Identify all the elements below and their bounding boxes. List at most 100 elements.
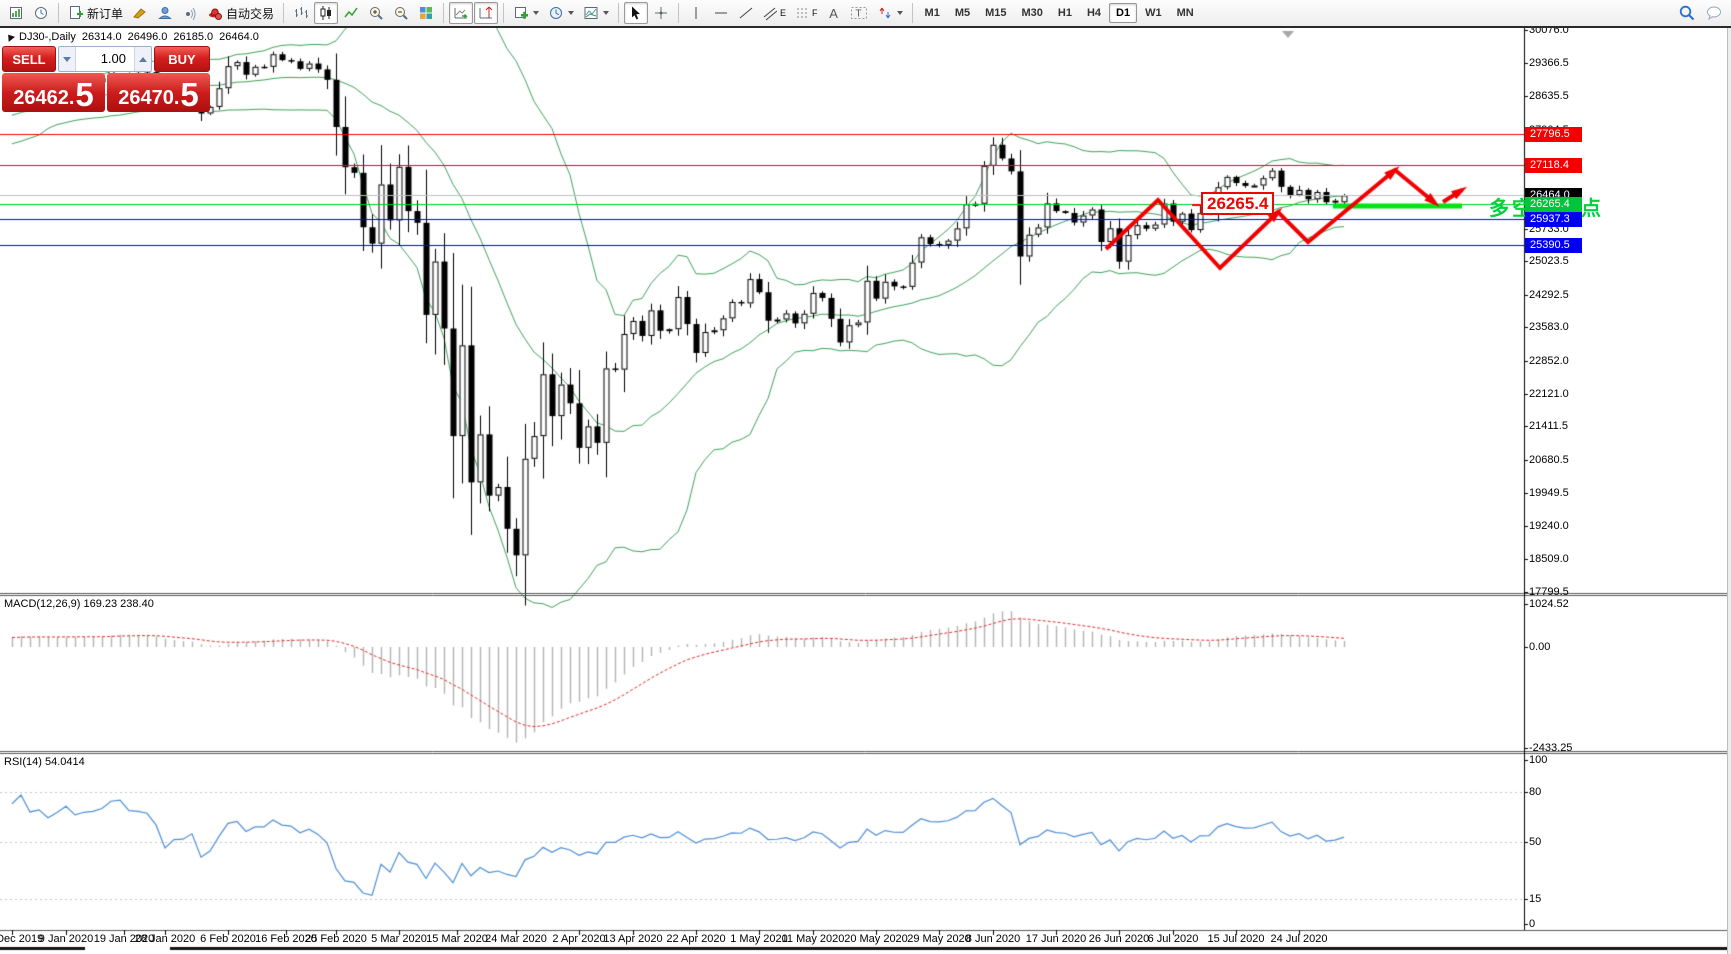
- price-axis-tick: 23583.0: [1529, 321, 1569, 333]
- price-annotation-box[interactable]: 26265.4: [1201, 192, 1274, 215]
- date-axis-label: 28 Jan 2020: [135, 933, 196, 945]
- price-axis-tick: 30076.0: [1529, 28, 1569, 36]
- chevron-down-icon: [603, 11, 609, 15]
- channel-icon[interactable]: E: [759, 2, 790, 24]
- ohlc-high: 26496.0: [128, 31, 168, 43]
- date-axis-label: 24 Mar 2020: [485, 933, 547, 945]
- chevron-down-icon: [533, 11, 539, 15]
- tile-windows-icon[interactable]: [414, 2, 438, 24]
- timeframe-MN[interactable]: MN: [1170, 3, 1201, 23]
- macd-axis-tick: -2433.25: [1529, 742, 1572, 754]
- period-button[interactable]: [544, 2, 578, 24]
- horizontal-line-icon[interactable]: [709, 2, 733, 24]
- timeframe-W1[interactable]: W1: [1138, 3, 1169, 23]
- zoom-in-icon[interactable]: [364, 2, 388, 24]
- price-axis-tick: 21411.5: [1529, 420, 1568, 432]
- ohlc-open: 26314.0: [82, 31, 122, 43]
- symbol-period-label: DJ30-,Daily: [19, 31, 76, 43]
- add-indicator-icon: [513, 5, 529, 21]
- vertical-line-icon[interactable]: [684, 2, 708, 24]
- crosshair-icon[interactable]: [649, 2, 673, 24]
- price-axis-tick: 29366.5: [1529, 57, 1569, 69]
- price-axis-tick: 17799.5: [1529, 586, 1569, 598]
- volume-stepper[interactable]: 1.00: [58, 46, 152, 72]
- one-click-trading-panel: SELL 1.00 BUY 26462.5 26470.5: [2, 46, 210, 112]
- price-axis-tick: 19240.0: [1529, 520, 1569, 532]
- broadcast-icon[interactable]: [178, 2, 202, 24]
- new-chart-icon[interactable]: [4, 2, 28, 24]
- template-button[interactable]: [579, 2, 613, 24]
- date-axis-label: 24 Jul 2020: [1271, 933, 1328, 945]
- candlestick-chart-icon[interactable]: [314, 2, 338, 24]
- highlighter-icon[interactable]: [128, 2, 152, 24]
- date-axis-label: 1 May 2020: [730, 933, 787, 945]
- sell-price-dec: 5: [75, 79, 93, 110]
- profile-icon[interactable]: [153, 2, 177, 24]
- price-axis-tick: 25023.5: [1529, 255, 1569, 267]
- arrows-icon: [877, 5, 893, 21]
- text-icon[interactable]: A: [823, 2, 845, 24]
- label-icon[interactable]: T: [846, 2, 872, 24]
- date-axis-label: 5 Mar 2020: [371, 933, 427, 945]
- search-icon[interactable]: [1674, 2, 1700, 24]
- clock-icon: [548, 5, 564, 21]
- price-tag: 25937.3: [1525, 212, 1582, 227]
- zoom-out-icon[interactable]: [389, 2, 413, 24]
- volume-down-button[interactable]: [59, 47, 76, 71]
- toolbar-separator: [58, 3, 59, 23]
- price-chart-canvas[interactable]: [0, 28, 1731, 954]
- auto-scroll-icon[interactable]: [449, 2, 473, 24]
- market-watch-icon[interactable]: [29, 2, 53, 24]
- timeframe-M5[interactable]: M5: [948, 3, 977, 23]
- main-toolbar: 新订单 自动交易 E F A T M1M5M15M30H1H4D1W1MN: [0, 0, 1731, 28]
- timeframe-H1[interactable]: H1: [1051, 3, 1079, 23]
- buy-button[interactable]: BUY: [154, 46, 210, 72]
- date-axis-label: 17 Jun 2020: [1026, 933, 1087, 945]
- rsi-axis-tick: 0: [1529, 918, 1535, 930]
- timeframe-M30[interactable]: M30: [1015, 3, 1050, 23]
- volume-up-button[interactable]: [134, 47, 151, 71]
- sell-button[interactable]: SELL: [2, 46, 56, 72]
- auto-trading-button[interactable]: 自动交易: [203, 2, 278, 24]
- sell-price-dot: .: [69, 87, 75, 110]
- rsi-axis-tick: 50: [1529, 836, 1541, 848]
- price-axis-tick: 24292.5: [1529, 289, 1569, 301]
- toolbar-separator: [678, 3, 679, 23]
- sell-price-box[interactable]: 26462.5: [2, 73, 105, 112]
- triangle-up-icon: [139, 57, 147, 62]
- timeframe-M15[interactable]: M15: [978, 3, 1013, 23]
- new-order-button[interactable]: 新订单: [64, 2, 127, 24]
- date-axis-label: 15 Mar 2020: [426, 933, 488, 945]
- timeframe-D1[interactable]: D1: [1109, 3, 1137, 23]
- date-axis-label: 6 Feb 2020: [200, 933, 256, 945]
- buy-price-box[interactable]: 26470.5: [107, 73, 210, 112]
- add-indicator-button[interactable]: [509, 2, 543, 24]
- toolbar-separator: [618, 3, 619, 23]
- chat-icon[interactable]: [1701, 2, 1727, 24]
- timeframe-H4[interactable]: H4: [1080, 3, 1108, 23]
- svg-text:T: T: [855, 9, 861, 20]
- rsi-indicator-label: RSI(14) 54.0414: [4, 756, 85, 768]
- timeframe-M1[interactable]: M1: [918, 3, 947, 23]
- price-axis-tick: 28635.5: [1529, 90, 1569, 102]
- chart-shift-icon[interactable]: [474, 2, 498, 24]
- bar-chart-icon[interactable]: [289, 2, 313, 24]
- ohlc-info-line: DJ30-,Daily 26314.0 26496.0 26185.0 2646…: [6, 31, 259, 43]
- buy-price-dot: .: [174, 87, 180, 110]
- chart-window: DJ30-,Daily 26314.0 26496.0 26185.0 2646…: [0, 28, 1731, 954]
- trendline-icon[interactable]: [734, 2, 758, 24]
- line-chart-icon[interactable]: [339, 2, 363, 24]
- window-right-edge: [1727, 28, 1731, 954]
- date-axis-label: 26 Jun 2020: [1089, 933, 1150, 945]
- new-order-label: 新订单: [87, 5, 123, 22]
- buy-price-int: 26470: [118, 87, 174, 110]
- volume-value[interactable]: 1.00: [76, 47, 134, 71]
- fibonacci-icon[interactable]: F: [791, 2, 822, 24]
- date-axis-label: 8 Jun 2020: [966, 933, 1020, 945]
- arrows-style-button[interactable]: [873, 2, 907, 24]
- price-tag: 27796.5: [1525, 127, 1582, 142]
- toolbar-separator: [283, 3, 284, 23]
- date-axis-label: 22 Apr 2020: [666, 933, 725, 945]
- cursor-icon[interactable]: [624, 2, 648, 24]
- date-axis-label: 2 Apr 2020: [552, 933, 605, 945]
